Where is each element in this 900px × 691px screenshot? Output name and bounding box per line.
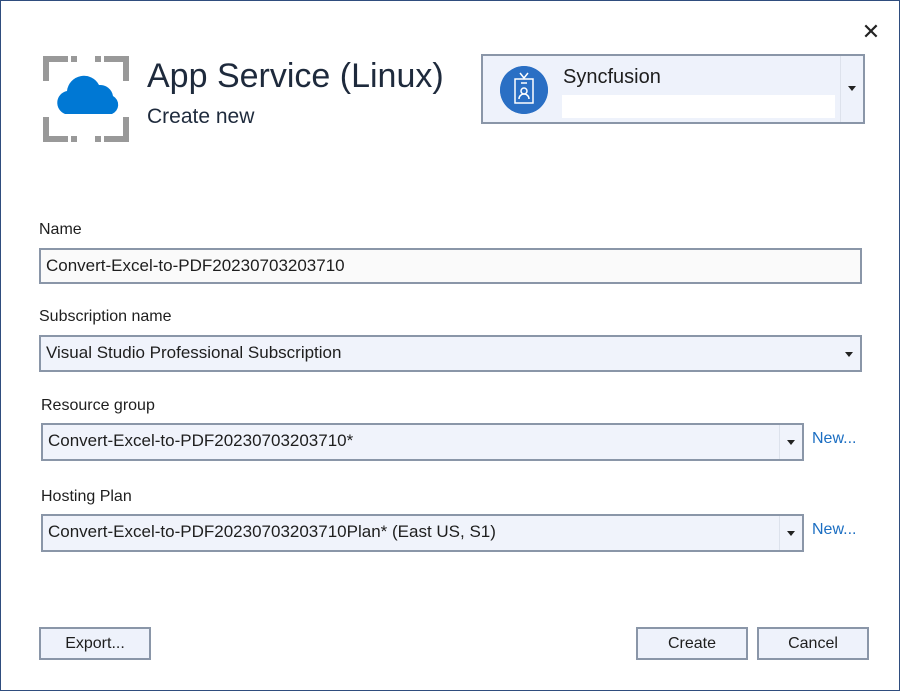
subscription-select[interactable]: Visual Studio Professional Subscription: [39, 335, 862, 372]
account-name: Syncfusion: [563, 66, 661, 89]
new-hosting-plan-link[interactable]: New...: [812, 521, 856, 539]
chevron-down-icon: [787, 440, 795, 445]
chevron-down-icon: [845, 352, 853, 357]
account-selector[interactable]: Syncfusion: [481, 54, 865, 124]
page-subtitle: Create new: [147, 105, 254, 129]
export-button[interactable]: Export...: [39, 627, 151, 660]
subscription-value: Visual Studio Professional Subscription: [46, 343, 341, 362]
cancel-button[interactable]: Cancel: [757, 627, 869, 660]
new-resource-group-link[interactable]: New...: [812, 430, 856, 448]
account-dropdown-button[interactable]: [840, 56, 864, 122]
name-input[interactable]: Convert-Excel-to-PDF20230703203710: [39, 248, 862, 284]
account-detail: [562, 95, 835, 118]
hosting-plan-label: Hosting Plan: [41, 488, 132, 506]
close-button[interactable]: ✕: [859, 21, 883, 45]
resource-group-value: Convert-Excel-to-PDF20230703203710*: [48, 431, 353, 450]
hosting-plan-value: Convert-Excel-to-PDF20230703203710Plan* …: [48, 522, 496, 541]
app-service-logo-icon: [43, 56, 129, 142]
chevron-down-icon: [787, 531, 795, 536]
hosting-plan-select[interactable]: Convert-Excel-to-PDF20230703203710Plan* …: [41, 514, 804, 552]
name-label: Name: [39, 221, 82, 239]
subscription-label: Subscription name: [39, 308, 172, 326]
resource-group-label: Resource group: [41, 397, 155, 415]
account-badge-icon: [500, 66, 548, 114]
resource-group-select[interactable]: Convert-Excel-to-PDF20230703203710*: [41, 423, 804, 461]
page-title: App Service (Linux): [147, 57, 444, 96]
chevron-down-icon: [848, 86, 856, 91]
create-button[interactable]: Create: [636, 627, 748, 660]
dialog-window: ✕ App Service (Linux) Create new Syncfus…: [0, 0, 900, 691]
